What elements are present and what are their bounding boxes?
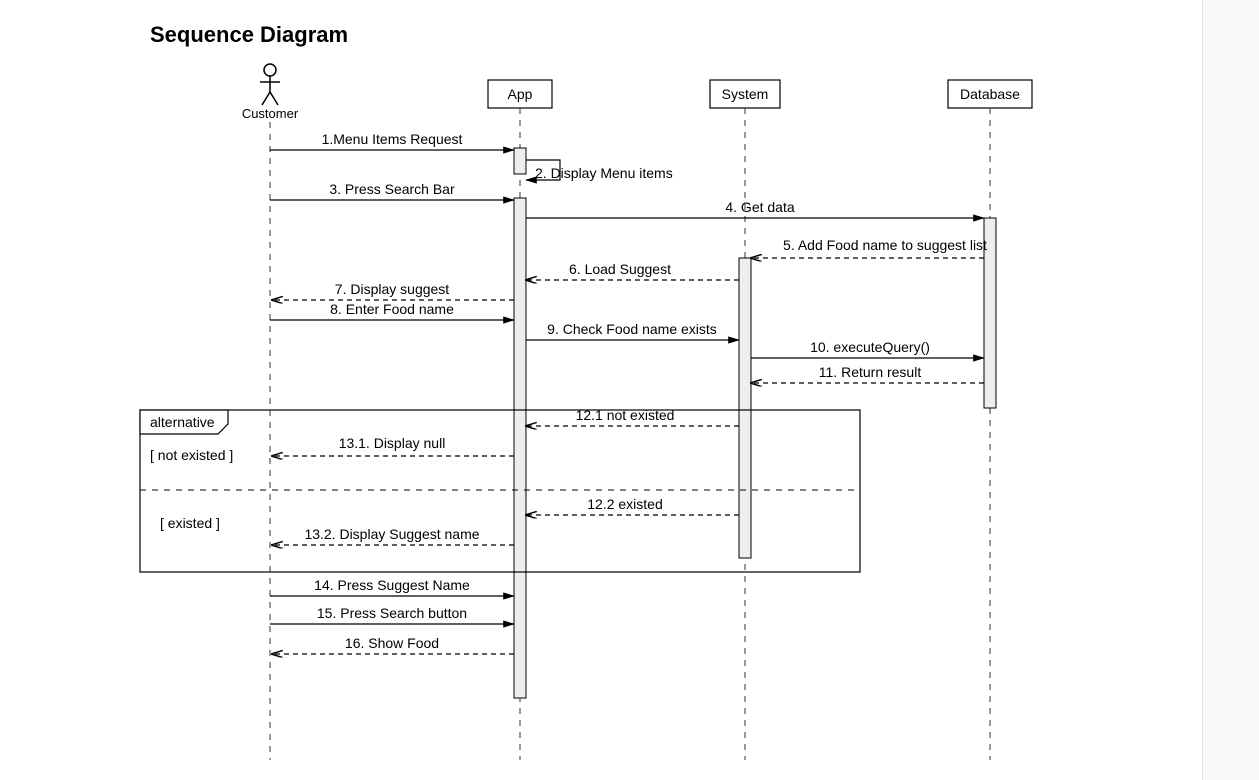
participant-system-label: System bbox=[722, 86, 769, 102]
alt-guard-1: [ not existed ] bbox=[150, 447, 233, 463]
msg-16-label: 16. Show Food bbox=[345, 635, 439, 651]
actor-head-icon bbox=[264, 64, 276, 76]
msg-11-label: 11. Return result bbox=[819, 364, 922, 380]
msg-13-1-label: 13.1. Display null bbox=[339, 435, 446, 451]
participant-database-label: Database bbox=[960, 86, 1020, 102]
msg-14-label: 14. Press Suggest Name bbox=[314, 577, 470, 593]
diagram-svg: Customer App System Database 1.Menu Ite bbox=[0, 0, 1259, 780]
msg-5-label: 5. Add Food name to suggest list bbox=[783, 237, 987, 253]
activation-app-small bbox=[514, 148, 526, 174]
msg-12-1-label: 12.1 not existed bbox=[576, 407, 675, 423]
participant-app-label: App bbox=[508, 86, 533, 102]
msg-8-label: 8. Enter Food name bbox=[330, 301, 454, 317]
alt-label: alternative bbox=[150, 414, 215, 430]
activation-system bbox=[739, 258, 751, 558]
participant-customer: Customer bbox=[242, 64, 299, 760]
msg-1-label: 1.Menu Items Request bbox=[322, 131, 463, 147]
msg-12-2-label: 12.2 existed bbox=[587, 496, 663, 512]
msg-9-label: 9. Check Food name exists bbox=[547, 321, 717, 337]
msg-13-2-label: 13.2. Display Suggest name bbox=[304, 526, 479, 542]
activation-app-main bbox=[514, 198, 526, 698]
participant-database: Database bbox=[948, 80, 1032, 760]
participant-customer-label: Customer bbox=[242, 106, 299, 121]
msg-3-label: 3. Press Search Bar bbox=[329, 181, 455, 197]
alt-fragment-box bbox=[140, 410, 860, 572]
alt-guard-2: [ existed ] bbox=[160, 515, 220, 531]
msg-7-label: 7. Display suggest bbox=[335, 281, 450, 297]
msg-15-label: 15. Press Search button bbox=[317, 605, 467, 621]
msg-4-label: 4. Get data bbox=[725, 199, 794, 215]
sequence-diagram-page: Sequence Diagram Customer App bbox=[0, 0, 1259, 780]
msg-2-label: 2. Display Menu items bbox=[535, 165, 673, 181]
msg-10-label: 10. executeQuery() bbox=[810, 339, 930, 355]
msg-6-label: 6. Load Suggest bbox=[569, 261, 671, 277]
